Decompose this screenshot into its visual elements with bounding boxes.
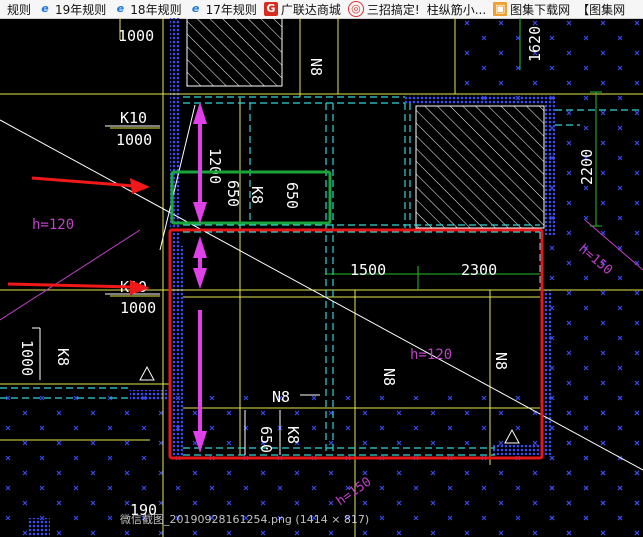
label-n8-bottom: N8 xyxy=(272,388,290,406)
bookmark-rules[interactable]: 规则 xyxy=(0,0,36,18)
bookmark-atlas-net[interactable]: 【图集网 xyxy=(575,0,630,18)
screenshot-root: 规则 e 19年规则 e 18年规则 e 17年规则 G 广联达商城 ◎ 三招搞定! 柱纵… xyxy=(0,0,643,537)
bookmark-label: 规则 xyxy=(7,2,32,17)
bookmarks-bar: 规则 e 19年规则 e 18年规则 e 17年规则 G 广联达商城 ◎ 三招搞定! 柱纵… xyxy=(0,0,643,19)
ie-icon: e xyxy=(191,2,200,15)
label-n8-right: N8 xyxy=(492,352,510,370)
label-k8-c: K8 xyxy=(284,426,302,444)
label-n8-top: N8 xyxy=(307,58,325,76)
red-arrow-upper xyxy=(31,176,150,194)
dim-1200: 1200 xyxy=(206,148,224,184)
glodon-icon: G xyxy=(263,2,278,16)
dim-650-b: 650 xyxy=(283,182,301,209)
circle-icon: ◎ xyxy=(347,1,364,17)
magenta-arrow-upper xyxy=(193,102,207,224)
bookmark-label: 17年规则 xyxy=(205,2,257,17)
ie-icon: e xyxy=(41,2,49,15)
label-n8-mid: N8 xyxy=(380,368,398,386)
ie-icon: e xyxy=(116,2,125,15)
dim-2300: 2300 xyxy=(461,261,497,279)
label-k10-a: K10 xyxy=(120,109,147,127)
dim-1000-b: 1000 xyxy=(116,131,152,149)
bookmark-column-rebar[interactable]: 柱纵筋小... xyxy=(425,0,491,18)
dim-650-c: 650 xyxy=(257,426,275,453)
dim-2200: 2200 xyxy=(578,149,596,185)
bookmark-2017-rules[interactable]: e 17年规则 xyxy=(187,0,262,18)
magenta-arrow-middle xyxy=(193,236,207,289)
bookmark-label: 图集下载网 xyxy=(510,2,571,17)
dim-650-a: 650 xyxy=(224,180,242,207)
dim-1000-d: 1000 xyxy=(18,340,36,376)
bookmark-2019-rules[interactable]: e 19年规则 xyxy=(36,0,111,18)
bookmark-label: 广联达商城 xyxy=(280,2,341,17)
bookmark-label: 【图集网 xyxy=(577,2,626,17)
dim-1000-top: 1000 xyxy=(118,27,154,45)
cad-drawing-canvas[interactable]: 1000 K10 1000 1200 650 K8 650 N8 1620 22… xyxy=(0,18,643,537)
bookmark-label: 19年规则 xyxy=(55,2,107,17)
image-caption: 微信截图_20190928161254.png (1414 × 817) xyxy=(120,513,370,526)
bookmark-icon xyxy=(2,2,4,16)
label-k8-b: K8 xyxy=(54,348,72,366)
bookmark-glodon-mall[interactable]: G 广联达商城 xyxy=(262,0,346,18)
magenta-arrow-lower xyxy=(193,310,207,453)
bookmark-label: 柱纵筋小... xyxy=(426,2,487,17)
bookmark-three-moves[interactable]: ◎ 三招搞定! xyxy=(346,0,425,18)
bookmark-label: 三招搞定! xyxy=(366,2,420,17)
bookmark-2018-rules[interactable]: e 18年规则 xyxy=(111,0,186,18)
image-icon: ▣ xyxy=(493,2,508,16)
dim-1620: 1620 xyxy=(526,26,544,62)
label-k8-a: K8 xyxy=(248,186,266,204)
label-h120-a: h=120 xyxy=(32,217,74,233)
dim-1500: 1500 xyxy=(350,261,386,279)
dim-1000-c: 1000 xyxy=(120,299,156,317)
bookmark-label: 18年规则 xyxy=(130,2,182,17)
label-h120-b: h=120 xyxy=(410,347,452,363)
bookmark-atlas-download[interactable]: ▣ 图集下载网 xyxy=(491,0,575,18)
